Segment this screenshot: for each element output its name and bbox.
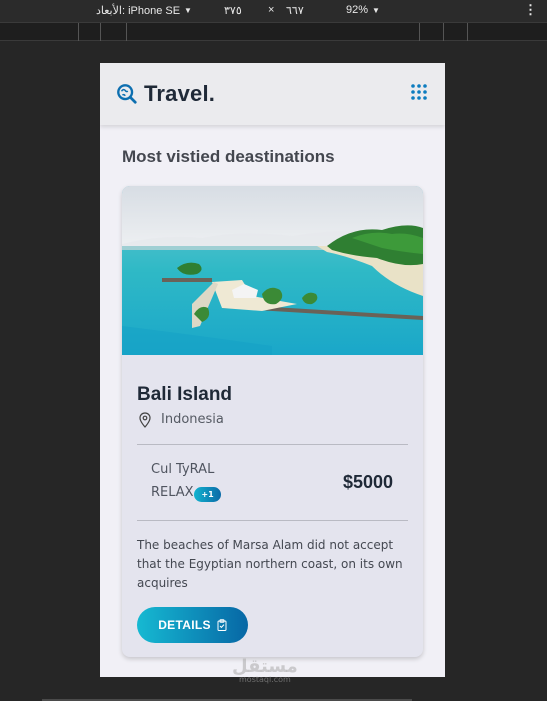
chevron-down-icon: ▼ bbox=[372, 5, 380, 15]
devtools-toolbar: الأبعاد: iPhone SE ▼ ٣٧٥ × ٦٦٧ 92% ▼ ⋮ bbox=[0, 0, 547, 22]
more-options-icon[interactable]: ⋮ bbox=[524, 2, 537, 18]
watermark-arabic: مستقل bbox=[232, 656, 298, 677]
more-tags-badge[interactable]: +1 bbox=[194, 487, 221, 502]
zoom-selector[interactable]: 92% ▼ bbox=[346, 4, 380, 16]
width-field[interactable]: ٣٧٥ bbox=[224, 4, 242, 17]
navbar: Travel. bbox=[100, 63, 445, 125]
watermark: مستقل mostaql.com bbox=[232, 656, 298, 684]
chevron-down-icon: ▼ bbox=[184, 6, 192, 15]
logo-search-globe-icon bbox=[117, 84, 137, 104]
card-description: The beaches of Marsa Alam did not accept… bbox=[137, 538, 403, 590]
device-label: الأبعاد: iPhone SE bbox=[96, 5, 181, 17]
divider bbox=[137, 520, 408, 521]
brand-name[interactable]: Travel. bbox=[144, 81, 215, 107]
divider bbox=[137, 444, 408, 445]
height-field[interactable]: ٦٦٧ bbox=[286, 4, 304, 17]
device-selector[interactable]: الأبعاد: iPhone SE ▼ bbox=[96, 4, 192, 17]
grid-menu-icon[interactable] bbox=[410, 83, 428, 101]
place-name: Bali Island bbox=[137, 384, 233, 405]
details-button-label: DETAILS bbox=[158, 618, 211, 632]
country-label: Indonesia bbox=[161, 412, 224, 427]
section-title: Most vistied deastinations bbox=[122, 147, 335, 166]
location-pin-icon bbox=[139, 412, 151, 428]
details-button[interactable]: DETAILS bbox=[137, 607, 248, 643]
mobile-viewport: Travel. Most vistied deastinations Bali … bbox=[100, 63, 445, 677]
island-photo bbox=[122, 186, 423, 355]
destination-card[interactable]: Bali Island Indonesia Cul TyRAL RELAX +1… bbox=[122, 186, 423, 657]
zoom-value: 92% bbox=[346, 4, 369, 16]
tag-line-1: Cul TyRAL bbox=[151, 462, 215, 477]
tag-line-2: RELAX bbox=[151, 485, 194, 500]
media-query-ruler bbox=[0, 22, 547, 41]
watermark-url: mostaql.com bbox=[239, 675, 291, 684]
clipboard-icon bbox=[217, 619, 227, 631]
price-value: $5000 bbox=[342, 472, 393, 492]
times-separator: × bbox=[268, 4, 275, 16]
